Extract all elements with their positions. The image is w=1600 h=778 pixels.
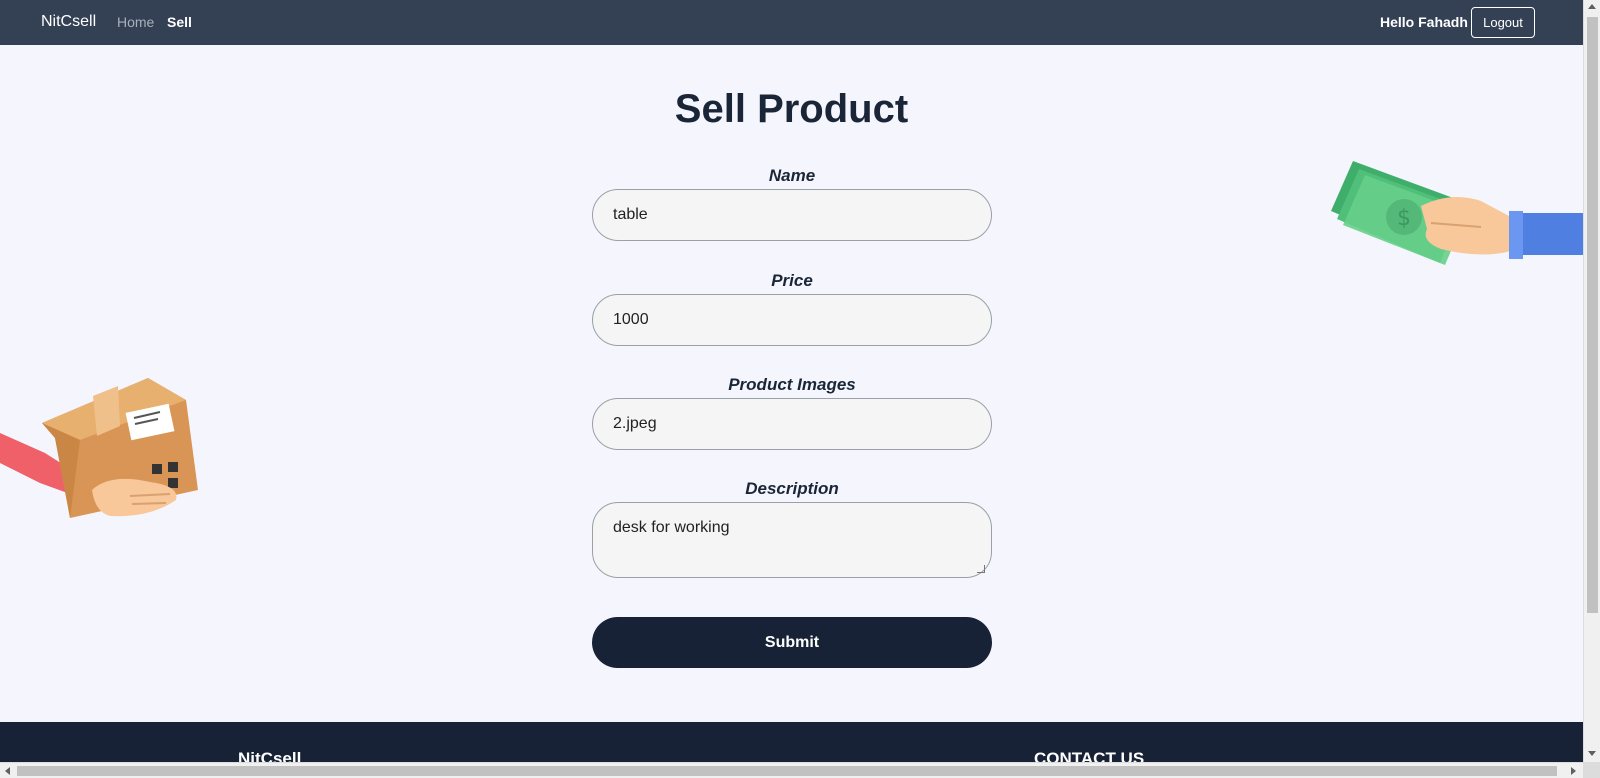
page-title: Sell Product bbox=[674, 87, 909, 131]
package-box-hand-icon bbox=[0, 378, 198, 518]
description-textarea[interactable]: desk for working bbox=[592, 502, 992, 578]
nav-link-home[interactable]: Home bbox=[117, 14, 154, 30]
resize-grip-icon[interactable] bbox=[977, 565, 985, 573]
logout-button[interactable]: Logout bbox=[1471, 7, 1535, 38]
horizontal-scrollbar[interactable] bbox=[0, 762, 1583, 778]
product-images-input[interactable]: 2.jpeg bbox=[592, 398, 992, 450]
description-text: desk for working bbox=[613, 519, 730, 536]
svg-text:$: $ bbox=[1397, 206, 1411, 231]
name-label: Name bbox=[768, 166, 816, 185]
navbar-brand[interactable]: NitCsell bbox=[41, 13, 96, 31]
name-input[interactable]: table bbox=[592, 189, 992, 241]
top-navbar: NitCsell Home Sell Hello Fahadh Logout bbox=[0, 0, 1583, 45]
vertical-scroll-thumb[interactable] bbox=[1587, 17, 1598, 613]
price-input[interactable]: 1000 bbox=[592, 294, 992, 346]
scrollbar-corner bbox=[1583, 762, 1600, 778]
user-greeting: Hello Fahadh bbox=[1380, 14, 1468, 30]
submit-button[interactable]: Submit bbox=[592, 617, 992, 668]
price-label: Price bbox=[771, 271, 813, 290]
main-content: Sell Product Name table Price 1000 Produ… bbox=[0, 45, 1583, 722]
nav-link-sell[interactable]: Sell bbox=[167, 14, 192, 30]
horizontal-scroll-thumb[interactable] bbox=[17, 766, 1557, 776]
cash-money-hand-icon: $ bbox=[1331, 161, 1583, 265]
scroll-left-arrow-icon[interactable] bbox=[5, 767, 10, 775]
scroll-up-arrow-icon[interactable] bbox=[1588, 4, 1596, 9]
vertical-scrollbar[interactable] bbox=[1583, 0, 1600, 762]
product-images-label: Product Images bbox=[728, 375, 856, 394]
description-label: Description bbox=[745, 479, 839, 498]
scroll-down-arrow-icon[interactable] bbox=[1588, 751, 1596, 756]
scroll-right-arrow-icon[interactable] bbox=[1571, 767, 1576, 775]
